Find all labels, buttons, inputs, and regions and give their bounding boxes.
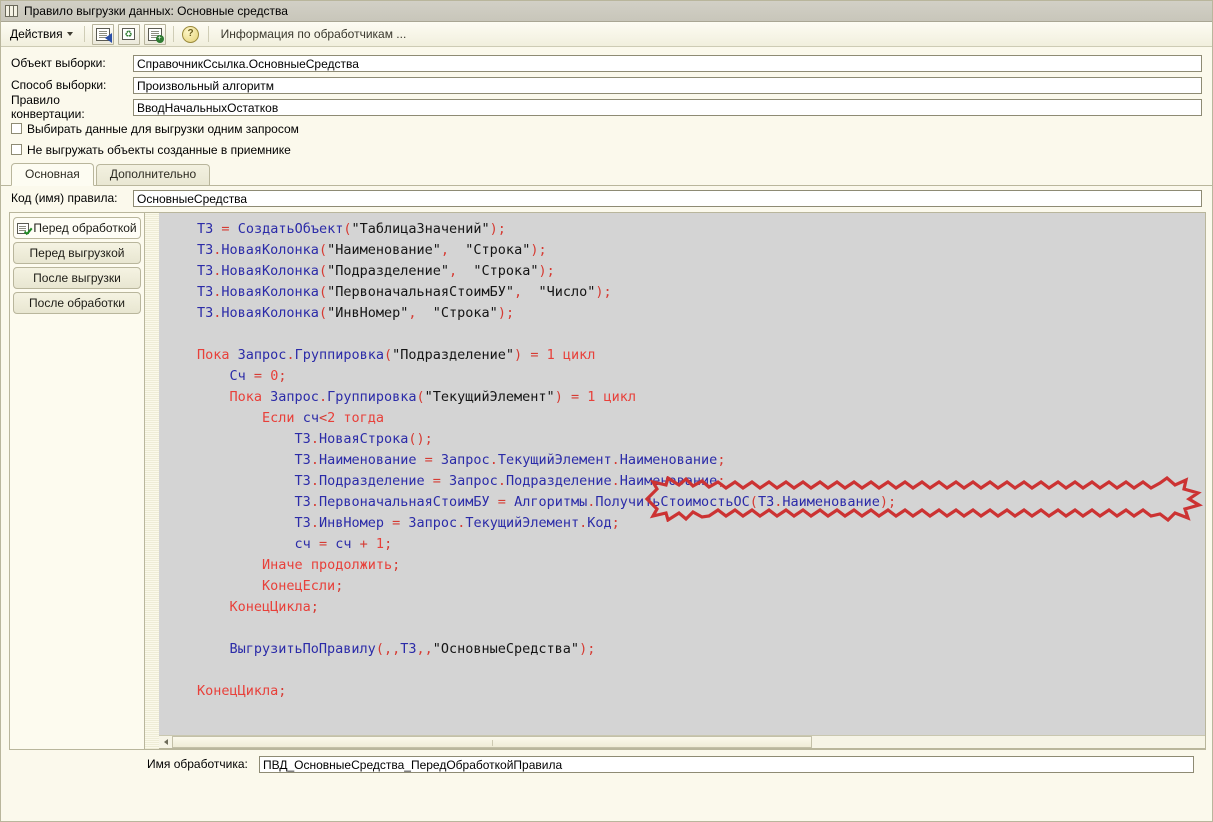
handler-after-export-label: После выгрузки <box>33 270 121 285</box>
left-arrow-icon <box>163 739 168 745</box>
handler-after-export[interactable]: После выгрузки <box>13 267 141 289</box>
rule-code-row: Код (имя) правила: ОсновныеСредства <box>1 186 1212 210</box>
selection-object-input[interactable]: СправочникСсылка.ОсновныеСредства <box>133 54 1202 72</box>
conversion-rule-input[interactable]: ВводНачальныхОстатков <box>133 98 1202 116</box>
help-button[interactable]: ? <box>181 25 201 44</box>
selection-method-label: Способ выборки: <box>11 78 107 92</box>
conversion-rule-row: Правило конвертации: ВводНачальныхОстатк… <box>1 93 1212 121</box>
script-check-icon <box>17 222 30 234</box>
rule-code-label: Код (имя) правила: <box>11 191 118 205</box>
toolbar-separator <box>83 26 85 42</box>
editor-body: Перед обработкой Перед выгрузкой После в… <box>9 212 1206 750</box>
conversion-rule-label: Правило конвертации: <box>11 93 85 121</box>
handler-list-panel: Перед обработкой Перед выгрузкой После в… <box>9 212 145 750</box>
selection-method-input[interactable]: Произвольный алгоритм <box>133 76 1202 94</box>
handler-name-row: Имя обработчика: ПВД_ОсновныеСредства_Пе… <box>1 752 1212 776</box>
save-and-close-icon <box>95 27 112 43</box>
copy-add-button[interactable]: + <box>143 23 166 45</box>
horizontal-scrollbar[interactable] <box>159 735 1205 749</box>
tab-bar: Основная Дополнительно <box>1 163 1212 186</box>
data-export-rule-window: Правило выгрузки данных: Основные средст… <box>0 0 1213 822</box>
single-query-label: Выбирать данные для выгрузки одним запро… <box>27 121 299 136</box>
code-text[interactable]: ТЗ = СоздатьОбъект("ТаблицаЗначений"); Т… <box>159 213 1205 702</box>
handler-before-export[interactable]: Перед выгрузкой <box>13 242 141 264</box>
code-editor[interactable]: ТЗ = СоздатьОбъект("ТаблицаЗначений"); Т… <box>159 212 1206 750</box>
handler-before-export-label: Перед выгрузкой <box>29 245 125 260</box>
save-and-close-button[interactable] <box>91 23 114 45</box>
refresh-button[interactable]: ♻ <box>117 23 140 45</box>
skip-created-checkbox[interactable] <box>11 144 22 155</box>
handler-before-processing[interactable]: Перед обработкой <box>13 217 141 239</box>
actions-menu-button[interactable]: Действия <box>6 26 77 42</box>
main-toolbar: Действия ♻ + ? Информация по обработчика… <box>1 22 1212 47</box>
scroll-left-button[interactable] <box>159 736 172 748</box>
copy-add-icon: + <box>147 27 164 43</box>
handler-after-processing[interactable]: После обработки <box>13 292 141 314</box>
handler-name-label: Имя обработчика: <box>147 757 248 771</box>
tab-additional[interactable]: Дополнительно <box>95 164 211 185</box>
toolbar-separator-2 <box>172 26 174 42</box>
refresh-icon: ♻ <box>122 28 136 40</box>
rule-code-input[interactable]: ОсновныеСредства <box>133 189 1202 207</box>
skip-created-checkbox-row[interactable]: Не выгружать объекты созданные в приемни… <box>1 139 1212 160</box>
window-title-bar: Правило выгрузки данных: Основные средст… <box>1 1 1212 22</box>
tab-main[interactable]: Основная <box>11 163 94 186</box>
handler-after-processing-label: После обработки <box>29 295 125 310</box>
table-grid-icon <box>5 5 18 17</box>
actions-menu-label: Действия <box>10 27 63 41</box>
selection-object-label: Объект выборки: <box>11 56 106 70</box>
single-query-checkbox[interactable] <box>11 123 22 134</box>
scrollbar-thumb[interactable] <box>172 736 812 748</box>
toolbar-separator-3 <box>207 26 209 42</box>
rule-properties-form: Объект выборки: СправочникСсылка.Основны… <box>1 47 1212 160</box>
help-icon: ? <box>182 25 200 43</box>
editor-gutter <box>145 212 159 750</box>
handler-before-processing-label: Перед обработкой <box>33 220 137 235</box>
handler-name-input[interactable]: ПВД_ОсновныеСредства_ПередОбработкойПрав… <box>259 755 1194 773</box>
selection-object-row: Объект выборки: СправочникСсылка.Основны… <box>1 52 1212 74</box>
handlers-info-label[interactable]: Информация по обработчикам ... <box>221 27 407 41</box>
chevron-down-icon <box>66 32 73 36</box>
selection-method-row: Способ выборки: Произвольный алгоритм <box>1 74 1212 96</box>
skip-created-label: Не выгружать объекты созданные в приемни… <box>27 142 291 157</box>
single-query-checkbox-row[interactable]: Выбирать данные для выгрузки одним запро… <box>1 118 1212 139</box>
window-title: Правило выгрузки данных: Основные средст… <box>24 4 288 18</box>
